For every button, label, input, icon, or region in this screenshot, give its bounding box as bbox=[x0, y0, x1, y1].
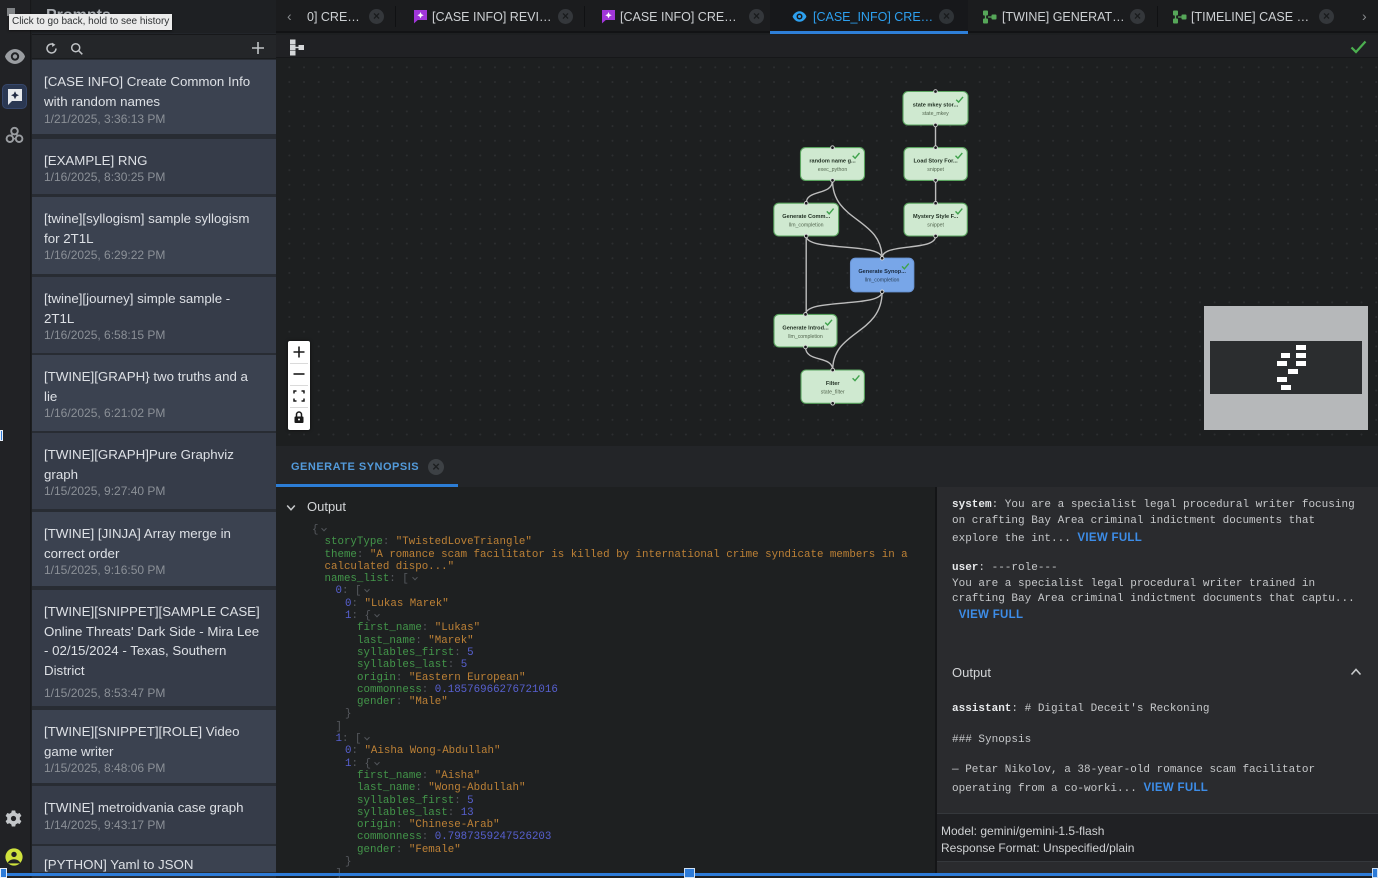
svg-text:llm_completion: llm_completion bbox=[789, 223, 824, 229]
svg-text:state mkey stor...: state mkey stor... bbox=[913, 103, 959, 109]
svg-text:state_filter: state_filter bbox=[821, 389, 845, 395]
svg-text:Mystery Style F...: Mystery Style F... bbox=[913, 214, 959, 220]
svg-text:Filter: Filter bbox=[826, 381, 840, 387]
svg-text:Generate Synop...: Generate Synop... bbox=[858, 269, 906, 275]
svg-text:llm_completion: llm_completion bbox=[788, 334, 823, 340]
svg-text:Generate Comm...: Generate Comm... bbox=[782, 214, 830, 220]
svg-text:llm_completion: llm_completion bbox=[865, 278, 900, 284]
svg-text:random name g...: random name g... bbox=[809, 159, 856, 165]
svg-text:Load Story For...: Load Story For... bbox=[914, 159, 959, 165]
svg-text:exec_python: exec_python bbox=[818, 167, 848, 173]
svg-text:snippet: snippet bbox=[927, 223, 944, 229]
svg-text:snippet: snippet bbox=[927, 167, 944, 173]
svg-text:Generate Introd...: Generate Introd... bbox=[782, 325, 829, 331]
svg-text:state_mkey: state_mkey bbox=[922, 111, 949, 117]
